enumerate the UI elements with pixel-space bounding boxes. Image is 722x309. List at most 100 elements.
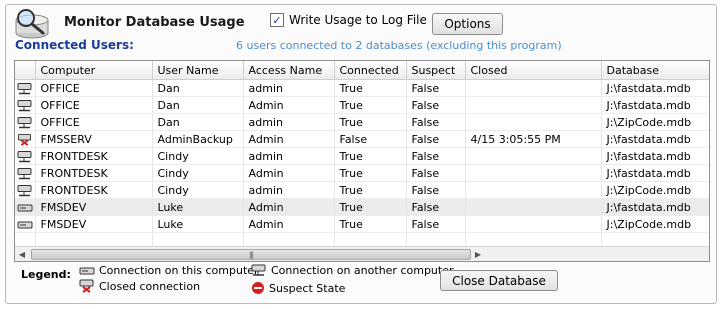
cell-closed (465, 181, 602, 199)
legend-label: Legend: (21, 268, 71, 281)
window-title: Monitor Database Usage (64, 15, 245, 30)
table-row[interactable]: FRONTDESK Cindy admin True False J:\fastdata.… (15, 147, 709, 165)
column-header-database[interactable]: Database (601, 61, 709, 80)
network-computer-icon (15, 147, 36, 165)
network-computer-icon (15, 96, 36, 114)
network-computer-icon (15, 79, 36, 97)
cell-access-name: Admin (243, 130, 335, 148)
cell-access-name: Admin (243, 96, 335, 114)
cell-computer: OFFICE (35, 96, 153, 114)
cell-closed: 4/15 3:05:55 PM (465, 130, 602, 148)
cell-closed (465, 147, 602, 165)
cell-connected: True (334, 96, 407, 114)
cell-user-name: Cindy (152, 181, 244, 199)
cell-suspect: False (406, 181, 466, 199)
local-computer-icon (79, 267, 95, 274)
cell-closed (465, 164, 602, 182)
suspect-state-icon (252, 282, 264, 294)
cell-computer: FRONTDESK (35, 147, 153, 165)
closed-connection-icon (15, 130, 36, 148)
legend-suspect-label: Suspect State (269, 281, 346, 295)
local-computer-icon (15, 215, 36, 233)
cell-connected: False (334, 130, 407, 148)
cell-access-name: admin (243, 79, 335, 97)
write-usage-label: Write Usage to Log File (289, 13, 427, 27)
closed-connection-icon (79, 279, 94, 293)
network-computer-icon (15, 164, 36, 182)
cell-computer: FMSSERV (35, 130, 153, 148)
legend-closed: Closed connection (79, 279, 200, 293)
cell-user-name: Luke (152, 198, 244, 216)
checkbox-box[interactable]: ✓ (270, 13, 284, 27)
cell-access-name: admin (243, 147, 335, 165)
legend-this-computer-label: Connection on this computer (99, 264, 259, 277)
legend-suspect: Suspect State (251, 281, 345, 295)
cell-computer: FMSDEV (35, 198, 153, 216)
cell-connected: True (334, 147, 407, 165)
cell-suspect: False (406, 96, 466, 114)
network-computer-icon (251, 264, 266, 276)
table-row[interactable]: OFFICE Dan admin True False J:\fastdata.mdb (15, 79, 709, 97)
table-row[interactable]: FMSSERV AdminBackup Admin False False 4/15 3:… (15, 130, 709, 148)
cell-access-name: Admin (243, 215, 335, 233)
column-header-user-name[interactable]: User Name (152, 61, 244, 80)
connection-summary: 6 users connected to 2 databases (exclud… (236, 39, 562, 52)
cell-suspect: False (406, 198, 466, 216)
cell-user-name: Dan (152, 113, 244, 131)
cell-closed (465, 198, 602, 216)
cell-database: J:\ZipCode.mdb (601, 181, 709, 199)
table-row[interactable]: OFFICE Dan Admin True False J:\fastdata.mdb (15, 96, 709, 114)
cell-access-name: admin (243, 181, 335, 199)
cell-computer: FRONTDESK (35, 164, 153, 182)
legend-this-computer: Connection on this computer (79, 264, 259, 277)
column-header-access-name[interactable]: Access Name (243, 61, 335, 80)
scroll-left-icon[interactable]: ◀ (15, 247, 29, 261)
cell-user-name: Cindy (152, 147, 244, 165)
column-header-computer[interactable]: Computer (35, 61, 153, 80)
cell-computer: FRONTDESK (35, 181, 153, 199)
horizontal-scrollbar[interactable]: ◀ ||| ▶ (15, 246, 709, 261)
icon-column-header[interactable] (15, 61, 36, 80)
cell-suspect: False (406, 147, 466, 165)
header-row: Computer User Name Access Name Connected… (15, 61, 709, 80)
scroll-right-icon[interactable]: ▶ (471, 247, 485, 261)
cell-access-name: Admin (243, 198, 335, 216)
cell-database: J:\fastdata.mdb (601, 96, 709, 114)
cell-access-name: Admin (243, 164, 335, 182)
write-usage-checkbox[interactable]: ✓ Write Usage to Log File (270, 13, 427, 27)
cell-database: J:\fastdata.mdb (601, 130, 709, 148)
cell-user-name: Luke (152, 215, 244, 233)
cell-user-name: Dan (152, 79, 244, 97)
table-row[interactable]: FMSDEV Luke Admin True False J:\fastdata.mdb (15, 198, 709, 216)
cell-connected: True (334, 215, 407, 233)
table-row[interactable]: FMSDEV Luke Admin True False J:\ZipCode.mdb (15, 215, 709, 233)
table-row[interactable]: FRONTDESK Cindy Admin True False J:\fastdata.… (15, 164, 709, 182)
cell-database: J:\ZipCode.mdb (601, 215, 709, 233)
cell-user-name: Dan (152, 96, 244, 114)
column-header-suspect[interactable]: Suspect (406, 61, 466, 80)
cell-user-name: Cindy (152, 164, 244, 182)
column-header-closed[interactable]: Closed (465, 61, 602, 80)
cell-computer: FMSDEV (35, 215, 153, 233)
cell-suspect: False (406, 215, 466, 233)
cell-connected: True (334, 164, 407, 182)
cell-computer: OFFICE (35, 113, 153, 131)
cell-closed (465, 96, 602, 114)
cell-closed (465, 79, 602, 97)
cell-closed (465, 215, 602, 233)
database-magnifier-icon (10, 6, 58, 40)
options-button[interactable]: Options (432, 13, 503, 35)
scrollbar-thumb[interactable]: ||| (31, 249, 471, 260)
cell-connected: True (334, 181, 407, 199)
legend-another-computer: Connection on another computer (251, 264, 454, 277)
table-row[interactable]: OFFICE Dan admin True False J:\ZipCode.mdb (15, 113, 709, 131)
table-row[interactable]: FRONTDESK Cindy admin True False J:\ZipCode.m… (15, 181, 709, 199)
cell-database: J:\fastdata.mdb (601, 198, 709, 216)
connections-grid[interactable]: Computer User Name Access Name Connected… (14, 60, 710, 262)
close-database-button[interactable]: Close Database (440, 270, 558, 291)
column-header-connected[interactable]: Connected (334, 61, 407, 80)
connections-table: Computer User Name Access Name Connected… (15, 61, 709, 250)
cell-database: J:\ZipCode.mdb (601, 113, 709, 131)
cell-connected: True (334, 198, 407, 216)
cell-suspect: False (406, 164, 466, 182)
